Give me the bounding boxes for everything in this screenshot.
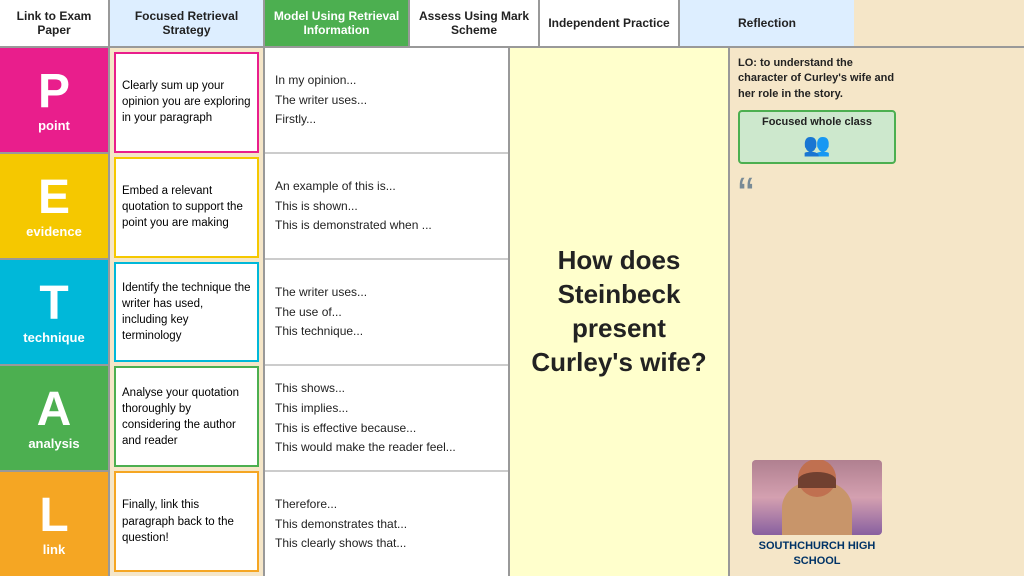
description-column: Clearly sum up your opinion you are expl… bbox=[110, 48, 265, 576]
question-box: How does Steinbeck present Curley's wife… bbox=[510, 48, 730, 576]
phrase-e-1: An example of this is... bbox=[275, 178, 498, 195]
phrase-block-l: Therefore... This demonstrates that... T… bbox=[265, 472, 508, 576]
desc-technique-text: Identify the technique the writer has us… bbox=[122, 280, 251, 344]
phrase-e-3: This is demonstrated when ... bbox=[275, 217, 498, 234]
phrase-t-1: The writer uses... bbox=[275, 284, 498, 301]
desc-evidence: Embed a relevant quotation to support th… bbox=[114, 157, 259, 258]
question-text: How does Steinbeck present Curley's wife… bbox=[526, 244, 712, 379]
tab-focused-label: Focused Retrieval Strategy bbox=[116, 9, 257, 38]
letter-column: P point E evidence T technique A analysi… bbox=[0, 48, 110, 576]
phrases-column: In my opinion... The writer uses... Firs… bbox=[265, 48, 510, 576]
letter-l: L bbox=[39, 492, 68, 540]
label-analysis: analysis bbox=[28, 436, 79, 451]
phrase-p-1: In my opinion... bbox=[275, 72, 498, 89]
letter-p: P bbox=[38, 68, 70, 116]
phrase-l-1: Therefore... bbox=[275, 496, 498, 513]
phrase-t-2: The use of... bbox=[275, 304, 498, 321]
school-section: SOUTHCHURCH HIGH SCHOOL bbox=[738, 460, 896, 568]
phrase-block-p: In my opinion... The writer uses... Firs… bbox=[265, 48, 508, 154]
school-photo bbox=[752, 460, 882, 535]
letter-a: A bbox=[37, 386, 72, 434]
people-icon: 👥 bbox=[744, 132, 890, 158]
phrase-t-3: This technique... bbox=[275, 323, 498, 340]
tab-link-exam[interactable]: Link to Exam Paper bbox=[0, 0, 110, 46]
phrase-l-2: This demonstrates that... bbox=[275, 516, 498, 533]
phrase-a-3: This is effective because... bbox=[275, 420, 498, 437]
focused-whole-class-box: Focused whole class 👥 bbox=[738, 110, 896, 164]
label-technique: technique bbox=[23, 330, 84, 345]
tab-link-exam-label: Link to Exam Paper bbox=[6, 9, 102, 38]
phrase-p-2: The writer uses... bbox=[275, 92, 498, 109]
letter-block-l: L link bbox=[0, 472, 108, 576]
desc-analysis: Analyse your quotation thoroughly by con… bbox=[114, 366, 259, 467]
quote-icon: “ bbox=[738, 172, 754, 220]
desc-analysis-text: Analyse your quotation thoroughly by con… bbox=[122, 385, 251, 449]
letter-block-t: T technique bbox=[0, 260, 108, 366]
tab-reflection-label: Reflection bbox=[738, 16, 796, 30]
focused-label: Focused whole class bbox=[744, 116, 890, 128]
letter-t: T bbox=[39, 280, 68, 328]
tab-assess[interactable]: Assess Using Mark Scheme bbox=[410, 0, 540, 46]
phrase-a-4: This would make the reader feel... bbox=[275, 439, 498, 456]
tab-independent[interactable]: Independent Practice bbox=[540, 0, 680, 46]
phrase-block-a: This shows... This implies... This is ef… bbox=[265, 366, 508, 472]
reflection-column: LO: to understand the character of Curle… bbox=[730, 48, 904, 576]
letter-e: E bbox=[38, 174, 70, 222]
label-point: point bbox=[38, 118, 70, 133]
desc-evidence-text: Embed a relevant quotation to support th… bbox=[122, 183, 251, 231]
label-evidence: evidence bbox=[26, 224, 82, 239]
phrase-a-1: This shows... bbox=[275, 380, 498, 397]
desc-link: Finally, link this paragraph back to the… bbox=[114, 471, 259, 572]
letter-block-e: E evidence bbox=[0, 154, 108, 260]
desc-point: Clearly sum up your opinion you are expl… bbox=[114, 52, 259, 153]
lo-bold: LO: bbox=[738, 57, 757, 69]
lo-body: to understand the character of Curley's … bbox=[738, 57, 894, 100]
tab-assess-label: Assess Using Mark Scheme bbox=[416, 9, 532, 38]
phrase-e-2: This is shown... bbox=[275, 198, 498, 215]
lo-statement: LO: to understand the character of Curle… bbox=[738, 56, 896, 102]
header-bar: Link to Exam Paper Focused Retrieval Str… bbox=[0, 0, 1024, 48]
phrase-a-2: This implies... bbox=[275, 400, 498, 417]
phrase-block-t: The writer uses... The use of... This te… bbox=[265, 260, 508, 366]
desc-technique: Identify the technique the writer has us… bbox=[114, 262, 259, 363]
phrase-p-3: Firstly... bbox=[275, 111, 498, 128]
phrase-l-3: This clearly shows that... bbox=[275, 535, 498, 552]
tab-model[interactable]: Model Using Retrieval Information bbox=[265, 0, 410, 46]
tab-independent-label: Independent Practice bbox=[548, 16, 669, 30]
label-link: link bbox=[43, 542, 65, 557]
desc-link-text: Finally, link this paragraph back to the… bbox=[122, 497, 251, 545]
letter-block-p: P point bbox=[0, 48, 108, 154]
phrase-block-e: An example of this is... This is shown..… bbox=[265, 154, 508, 260]
tab-reflection[interactable]: Reflection bbox=[680, 0, 854, 46]
desc-point-text: Clearly sum up your opinion you are expl… bbox=[122, 78, 251, 126]
letter-block-a: A analysis bbox=[0, 366, 108, 472]
school-name-text: SOUTHCHURCH HIGH SCHOOL bbox=[738, 539, 896, 568]
main-content: P point E evidence T technique A analysi… bbox=[0, 48, 1024, 576]
tab-model-label: Model Using Retrieval Information bbox=[271, 9, 402, 38]
tab-focused-retrieval[interactable]: Focused Retrieval Strategy bbox=[110, 0, 265, 46]
